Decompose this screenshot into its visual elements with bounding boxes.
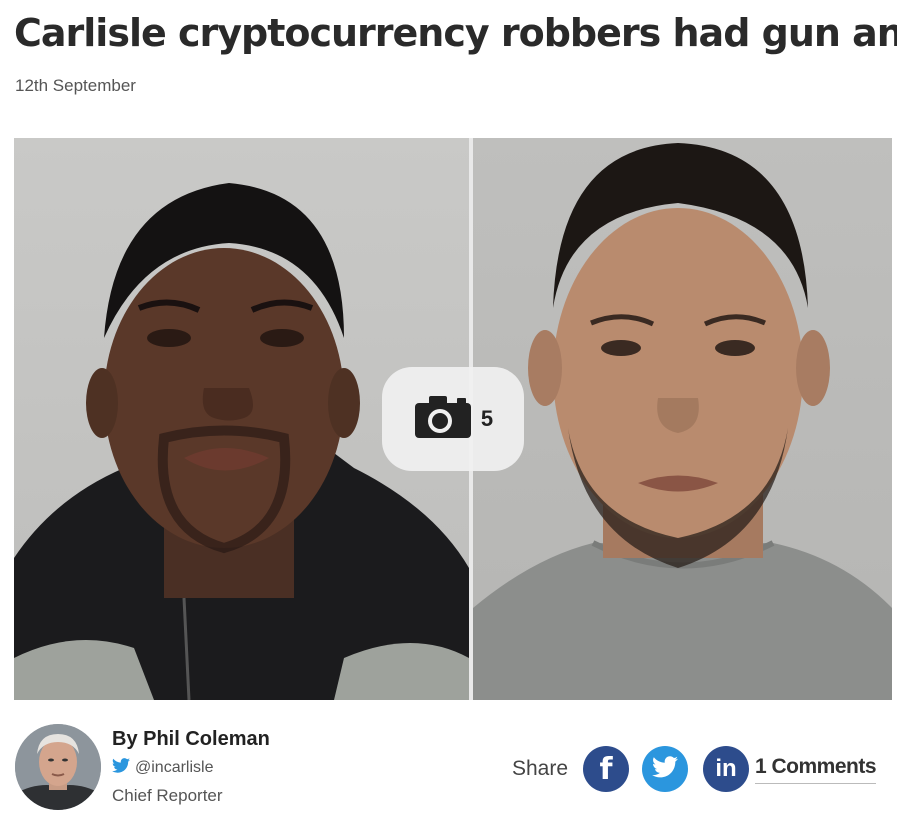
author-handle-text: @incarlisle: [135, 759, 214, 776]
facebook-icon: f: [599, 751, 613, 787]
share-label: Share: [512, 757, 569, 780]
mugshot-right-illustration: [473, 143, 892, 700]
hero-gallery[interactable]: 5: [14, 138, 892, 700]
twitter-icon: [652, 755, 678, 783]
linkedin-icon: in: [715, 755, 737, 782]
comments-link[interactable]: 1 Comments: [755, 755, 877, 784]
author-role: Chief Reporter: [112, 786, 223, 805]
gallery-count: 5: [480, 406, 494, 431]
author-twitter-handle[interactable]: @incarlisle: [112, 758, 213, 778]
mugshot-photo-right[interactable]: [473, 138, 892, 700]
camera-icon: [413, 394, 473, 445]
author-name[interactable]: By Phil Coleman: [112, 728, 270, 751]
gallery-button[interactable]: 5: [382, 367, 524, 471]
facebook-share-button[interactable]: f: [583, 746, 629, 792]
twitter-share-button[interactable]: [642, 746, 688, 792]
author-byline: By Phil Coleman @incarlisle Chief Report…: [14, 722, 892, 814]
twitter-icon: [112, 758, 130, 778]
article-date: 12th September: [15, 76, 136, 95]
article-headline: Carlisle cryptocurrency robbers had gun …: [14, 11, 897, 55]
linkedin-share-button[interactable]: in: [703, 746, 749, 792]
author-avatar[interactable]: [15, 724, 101, 810]
